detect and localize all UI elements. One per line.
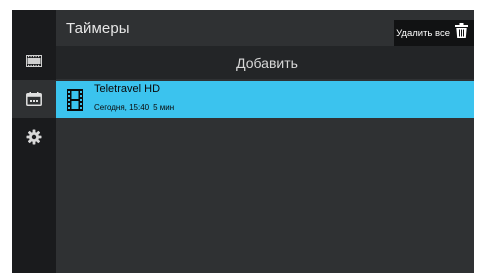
header: Таймеры Удалить все [56, 10, 474, 46]
main-panel: Таймеры Удалить все Добавить Teletravel … [56, 10, 474, 273]
sidebar-item-timers[interactable] [12, 80, 56, 118]
sidebar [12, 10, 56, 273]
timer-date-time: Сегодня, 15:40 [94, 103, 150, 112]
sidebar-item-channels[interactable] [12, 42, 56, 80]
film-icon [67, 89, 83, 116]
gear-icon [26, 129, 42, 145]
add-timer-button[interactable]: Добавить [56, 46, 474, 79]
timer-meta: Сегодня, 15:40 5 мин [94, 103, 174, 112]
app-screen: Таймеры Удалить все Добавить Teletravel … [12, 10, 474, 273]
add-timer-label: Добавить [236, 54, 298, 71]
filmstrip-icon [26, 55, 42, 67]
delete-all-button[interactable]: Удалить все [394, 20, 474, 46]
trash-icon [455, 23, 468, 43]
calendar-icon [26, 92, 42, 106]
timer-channel-name: Teletravel HD [94, 83, 161, 95]
sidebar-item-settings[interactable] [12, 118, 56, 156]
timer-duration: 5 мин [153, 103, 175, 112]
page-title: Таймеры [66, 20, 130, 37]
delete-all-label: Удалить все [396, 27, 450, 39]
timer-row[interactable]: Teletravel HD Сегодня, 15:40 5 мин [56, 81, 474, 118]
